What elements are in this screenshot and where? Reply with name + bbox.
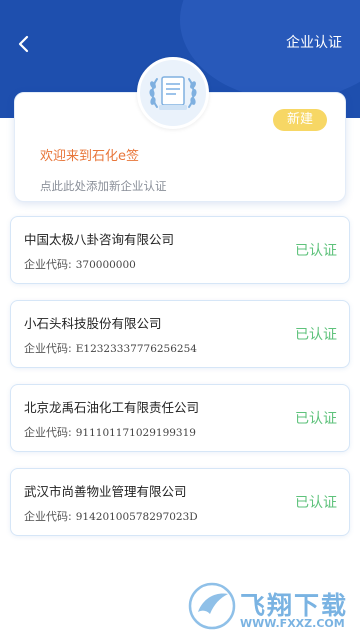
company-code-row: 企业代码: 370000000	[24, 257, 136, 273]
status-badge: 已认证	[295, 243, 337, 259]
page-title: 企业认证	[286, 35, 342, 51]
company-card[interactable]: 北京龙禹石油化工有限责任公司 企业代码: 911101171029199319 已…	[10, 384, 350, 452]
welcome-hint: 点此此处添加新企业认证	[40, 179, 167, 193]
company-code-row: 企业代码: 911101171029199319	[24, 425, 196, 441]
company-code: 911101171029199319	[75, 427, 196, 439]
welcome-title: 欢迎来到石化e签	[40, 149, 139, 164]
bird-logo-icon	[188, 582, 236, 630]
watermark-text: 飞翔下载	[240, 591, 349, 620]
company-name: 中国太极八卦咨询有限公司	[24, 232, 175, 247]
company-code: 370000000	[75, 259, 136, 271]
watermark-logo: 飞翔下载 WWW.FXXZ.COM	[188, 578, 354, 634]
company-code-label: 企业代码:	[24, 510, 72, 523]
company-name: 武汉市尚善物业管理有限公司	[24, 484, 187, 499]
certificate-emblem	[137, 57, 209, 129]
status-badge: 已认证	[295, 327, 337, 343]
new-button[interactable]: 新建	[273, 109, 327, 131]
company-code-label: 企业代码:	[24, 258, 72, 271]
company-code-label: 企业代码:	[24, 342, 72, 355]
watermark-url: WWW.FXXZ.COM	[240, 617, 345, 630]
status-badge: 已认证	[295, 411, 337, 427]
status-badge: 已认证	[295, 495, 337, 511]
certificate-laurel-icon	[149, 76, 197, 110]
company-card[interactable]: 中国太极八卦咨询有限公司 企业代码: 370000000 已认证	[10, 216, 350, 284]
company-card[interactable]: 小石头科技股份有限公司 企业代码: E12323337776256254 已认证	[10, 300, 350, 368]
company-code-label: 企业代码:	[24, 426, 72, 439]
company-code-row: 企业代码: 91420100578297023D	[24, 509, 198, 525]
company-list: 中国太极八卦咨询有限公司 企业代码: 370000000 已认证 小石头科技股份有…	[10, 216, 350, 552]
status-bar	[0, 0, 360, 22]
company-card[interactable]: 武汉市尚善物业管理有限公司 企业代码: 91420100578297023D 已认…	[10, 468, 350, 536]
company-name: 小石头科技股份有限公司	[24, 316, 162, 331]
company-code-row: 企业代码: E12323337776256254	[24, 341, 197, 357]
chevron-left-icon	[18, 35, 29, 53]
company-code: 91420100578297023D	[75, 511, 198, 523]
company-code: E12323337776256254	[75, 343, 197, 355]
back-button[interactable]	[10, 30, 38, 58]
company-name: 北京龙禹石油化工有限责任公司	[24, 400, 200, 415]
